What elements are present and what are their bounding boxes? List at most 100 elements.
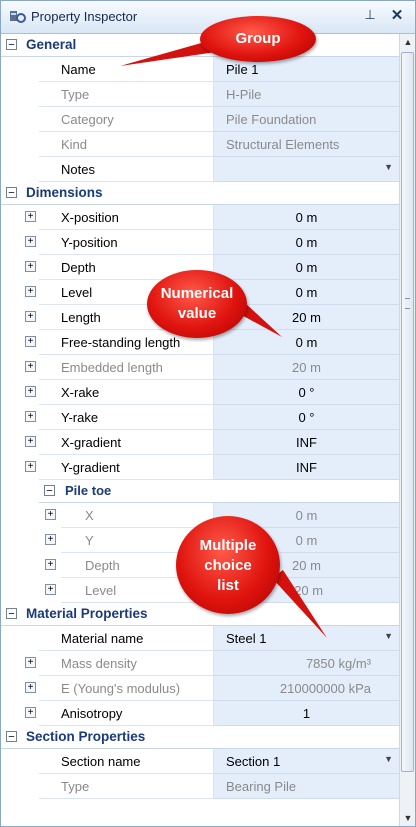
property-row-name[interactable]: Name Pile 1	[1, 57, 399, 82]
grip-icon	[405, 298, 410, 309]
property-value[interactable]: 0 °	[214, 385, 399, 400]
property-row-notes[interactable]: Notes ▼	[1, 157, 399, 182]
property-value[interactable]: INF	[214, 460, 399, 475]
scrollbar-thumb[interactable]	[401, 52, 414, 772]
property-name: Depth	[61, 260, 96, 275]
property-value[interactable]: 0 °	[214, 410, 399, 425]
property-name: Level	[61, 285, 93, 300]
property-value[interactable]: 0 m	[214, 210, 399, 225]
property-row-x-gradient[interactable]: + X-gradient INF	[1, 430, 399, 455]
property-name: Y	[85, 533, 94, 548]
property-row-section-type[interactable]: Type Bearing Pile	[1, 774, 399, 799]
property-row-kind[interactable]: Kind Structural Elements	[1, 132, 399, 157]
collapse-icon[interactable]: −	[6, 39, 17, 51]
property-row-y-gradient[interactable]: + Y-gradient INF	[1, 455, 399, 480]
property-value[interactable]: 0 m	[214, 260, 399, 275]
window-title: Property Inspector	[31, 9, 138, 24]
expand-icon[interactable]: +	[25, 707, 36, 718]
property-value: 7850 kg/m³	[305, 656, 371, 671]
property-grid: − General Name Pile 1 Type H-Pile Catego…	[1, 34, 399, 826]
dropdown-arrow-icon[interactable]: ▼	[384, 754, 393, 764]
collapse-icon[interactable]: −	[6, 731, 17, 743]
property-value: Pile Foundation	[226, 112, 317, 127]
expand-icon[interactable]: +	[25, 411, 36, 422]
expand-icon[interactable]: +	[45, 584, 56, 595]
callout-text: value	[177, 305, 217, 322]
callout-text: Group	[235, 30, 281, 47]
property-name: Embedded length	[61, 360, 163, 375]
property-value: H-Pile	[226, 87, 262, 102]
property-name: Y-rake	[61, 410, 99, 425]
expand-icon[interactable]: +	[25, 436, 36, 447]
property-value[interactable]: Steel 1	[226, 631, 266, 646]
property-row-youngs-modulus[interactable]: + E (Young's modulus) 210000000 kPa	[1, 676, 399, 701]
property-row-anisotropy[interactable]: + Anisotropy 1	[1, 701, 399, 726]
property-row-category[interactable]: Category Pile Foundation	[1, 107, 399, 132]
property-row-embedded-length[interactable]: + Embedded length 20 m	[1, 355, 399, 380]
property-name: Section name	[61, 754, 141, 769]
property-row-type[interactable]: Type H-Pile	[1, 82, 399, 107]
property-value[interactable]: 1	[214, 706, 399, 721]
group-label: Material Properties	[26, 606, 148, 621]
vertical-scrollbar[interactable]: ▲ ▼	[399, 34, 415, 826]
property-value[interactable]: 0 m	[214, 235, 399, 250]
expand-icon[interactable]: +	[25, 311, 36, 322]
property-row-mass-density[interactable]: + Mass density 7850 kg/m³	[1, 651, 399, 676]
expand-icon[interactable]: +	[25, 261, 36, 272]
property-name: Category	[61, 112, 114, 127]
group-header-section-properties[interactable]: − Section Properties	[1, 726, 399, 749]
property-name: X-gradient	[61, 435, 121, 450]
property-name: Mass density	[61, 656, 137, 671]
property-name: Name	[61, 62, 96, 77]
property-value[interactable]: INF	[214, 435, 399, 450]
property-value: Bearing Pile	[226, 779, 297, 794]
callout-group: Group	[200, 16, 316, 62]
expand-icon[interactable]: +	[25, 386, 36, 397]
property-row-y-rake[interactable]: + Y-rake 0 °	[1, 405, 399, 430]
collapse-icon[interactable]: −	[44, 485, 55, 497]
property-row-x-position[interactable]: + X-position 0 m	[1, 205, 399, 230]
property-name: E (Young's modulus)	[61, 681, 181, 696]
pin-icon[interactable]: ⊥	[361, 7, 379, 27]
property-row-x-rake[interactable]: + X-rake 0 °	[1, 380, 399, 405]
property-name: X-rake	[61, 385, 100, 400]
expand-icon[interactable]: +	[25, 211, 36, 222]
expand-icon[interactable]: +	[25, 657, 36, 668]
subgroup-header-pile-toe[interactable]: − Pile toe	[39, 480, 399, 503]
expand-icon[interactable]: +	[45, 559, 56, 570]
collapse-icon[interactable]: −	[6, 187, 17, 199]
dropdown-arrow-icon[interactable]: ▼	[384, 631, 393, 641]
expand-icon[interactable]: +	[25, 236, 36, 247]
property-value: 210000000 kPa	[279, 681, 371, 696]
expand-icon[interactable]: +	[45, 534, 56, 545]
expand-icon[interactable]: +	[25, 336, 36, 347]
scroll-down-arrow-icon[interactable]: ▼	[400, 810, 415, 826]
property-row-material-name[interactable]: Material name Steel 1 ▼	[1, 626, 399, 651]
expand-icon[interactable]: +	[25, 461, 36, 472]
callout-text: choice	[204, 557, 252, 574]
expand-icon[interactable]: +	[25, 682, 36, 693]
property-value: 20 m	[292, 360, 321, 375]
dropdown-arrow-icon[interactable]: ▼	[384, 162, 393, 172]
expand-icon[interactable]: +	[25, 361, 36, 372]
group-label: Dimensions	[26, 185, 103, 200]
property-value[interactable]: Pile 1	[226, 62, 259, 77]
scroll-up-arrow-icon[interactable]: ▲	[400, 34, 415, 50]
property-name: Anisotropy	[61, 706, 123, 721]
collapse-icon[interactable]: −	[6, 608, 17, 620]
callout-text: Multiple	[199, 537, 257, 554]
property-inspector-icon	[10, 11, 26, 23]
close-icon[interactable]: ✕	[387, 6, 407, 26]
property-row-y-position[interactable]: + Y-position 0 m	[1, 230, 399, 255]
property-row-section-name[interactable]: Section name Section 1 ▼	[1, 749, 399, 774]
subgroup-label: Pile toe	[65, 483, 112, 498]
expand-icon[interactable]: +	[25, 286, 36, 297]
callout-numerical-value: Numerical value	[147, 270, 247, 338]
callout-text: list	[217, 577, 239, 594]
property-value[interactable]: 0 m	[214, 335, 399, 350]
property-name: Level	[85, 583, 117, 598]
property-name: Notes	[61, 162, 95, 177]
group-header-dimensions[interactable]: − Dimensions	[1, 182, 399, 205]
property-value[interactable]: Section 1	[226, 754, 280, 769]
expand-icon[interactable]: +	[45, 509, 56, 520]
